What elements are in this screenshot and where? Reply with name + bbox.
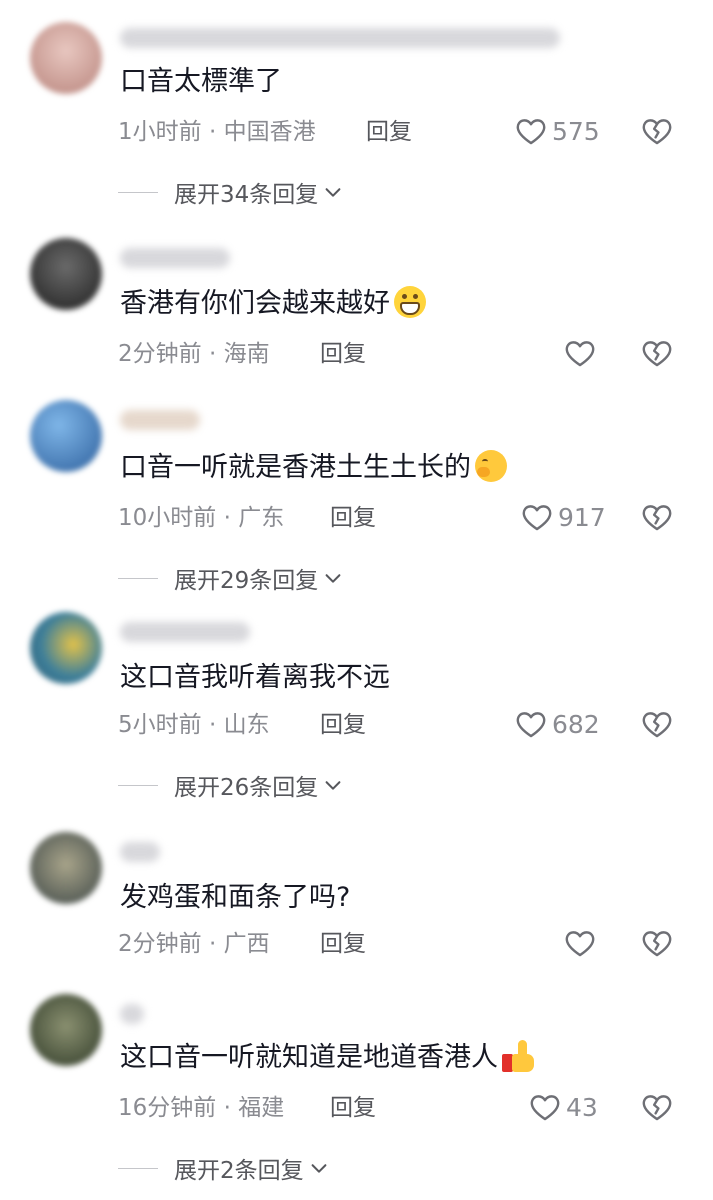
like-button[interactable]: 43: [528, 1090, 598, 1124]
chevron-down-icon: [325, 574, 341, 583]
heart-outline-icon: [565, 341, 595, 367]
like-button[interactable]: 917: [520, 500, 606, 534]
thumbs-up-emoji-icon: [502, 1040, 536, 1072]
comment-text: 这口音我听着离我不远: [120, 660, 390, 696]
comment-text: 这口音一听就知道是地道香港人: [120, 1040, 536, 1076]
comment-text-content: 口音一听就是香港土生土长的: [120, 452, 471, 483]
username[interactable]: [120, 622, 250, 642]
broken-heart-icon[interactable]: [640, 707, 674, 741]
username[interactable]: [120, 842, 160, 862]
comment-text-content: 口音太標準了: [120, 66, 282, 97]
heart-outline-icon: [530, 1095, 560, 1121]
reply-button[interactable]: 回复: [320, 339, 366, 369]
divider: [118, 1167, 158, 1169]
expand-replies-label: 展开29条回复: [174, 568, 319, 594]
comment-text-content: 香港有你们会越来越好: [120, 288, 390, 319]
expand-replies-button[interactable]: 展开2条回复: [118, 1151, 330, 1185]
reply-button[interactable]: 回复: [330, 1093, 376, 1123]
avatar[interactable]: [30, 400, 102, 472]
comment-text-content: 这口音一听就知道是地道香港人: [120, 1042, 498, 1073]
username[interactable]: [120, 410, 200, 430]
like-count: 575: [552, 116, 600, 146]
expand-replies-label: 展开34条回复: [174, 182, 319, 208]
reply-button[interactable]: 回复: [320, 710, 366, 740]
chevron-down-icon: [311, 1164, 327, 1173]
comment-text-content: 发鸡蛋和面条了吗?: [120, 882, 351, 913]
reply-button[interactable]: 回复: [320, 929, 366, 959]
heart-outline-icon: [522, 505, 552, 531]
broken-heart-icon[interactable]: [640, 1090, 674, 1124]
divider: [118, 577, 158, 579]
chevron-down-icon: [325, 188, 341, 197]
divider: [118, 191, 158, 193]
avatar[interactable]: [30, 22, 102, 94]
heart-outline-icon: [565, 931, 595, 957]
comment-meta: 2分钟前 · 海南: [118, 341, 270, 367]
expand-replies-button[interactable]: 展开29条回复: [118, 561, 344, 595]
avatar[interactable]: [30, 612, 102, 684]
comment-text: 口音一听就是香港土生土长的: [120, 450, 507, 486]
heart-outline-icon: [516, 119, 546, 145]
username[interactable]: [120, 1004, 144, 1024]
heart-outline-icon: [516, 712, 546, 738]
broken-heart-icon[interactable]: [640, 114, 674, 148]
like-button[interactable]: 575: [514, 114, 600, 148]
comment-meta: 16分钟前 · 福建: [118, 1095, 285, 1121]
avatar[interactable]: [30, 994, 102, 1066]
comment-meta: 5小时前 · 山东: [118, 712, 270, 738]
reply-button[interactable]: 回复: [366, 117, 412, 147]
avatar[interactable]: [30, 832, 102, 904]
comment-meta: 1小时前 · 中国香港: [118, 119, 316, 145]
like-button[interactable]: [563, 336, 601, 370]
broken-heart-icon[interactable]: [640, 926, 674, 960]
comment-meta: 2分钟前 · 广西: [118, 931, 270, 957]
like-count: 682: [552, 709, 600, 739]
broken-heart-icon[interactable]: [640, 500, 674, 534]
comment-meta: 10小时前 · 广东: [118, 505, 285, 531]
username[interactable]: [120, 28, 560, 48]
grin-emoji-icon: [394, 286, 426, 318]
avatar[interactable]: [30, 238, 102, 310]
expand-replies-label: 展开26条回复: [174, 775, 319, 801]
like-button[interactable]: [563, 926, 601, 960]
reply-button[interactable]: 回复: [330, 503, 376, 533]
like-count: 917: [558, 502, 606, 532]
comment-text-content: 这口音我听着离我不远: [120, 662, 390, 693]
expand-replies-button[interactable]: 展开34条回复: [118, 175, 344, 209]
broken-heart-icon[interactable]: [640, 336, 674, 370]
like-count: 43: [566, 1092, 598, 1122]
smirk-emoji-icon: [475, 450, 507, 482]
chevron-down-icon: [325, 781, 341, 790]
divider: [118, 784, 158, 786]
comment-text: 口音太標準了: [120, 64, 282, 100]
like-button[interactable]: 682: [514, 707, 600, 741]
expand-replies-button[interactable]: 展开26条回复: [118, 768, 344, 802]
comment-text: 香港有你们会越来越好: [120, 286, 426, 322]
expand-replies-label: 展开2条回复: [174, 1158, 304, 1184]
username[interactable]: [120, 248, 230, 268]
comment-text: 发鸡蛋和面条了吗?: [120, 880, 350, 916]
